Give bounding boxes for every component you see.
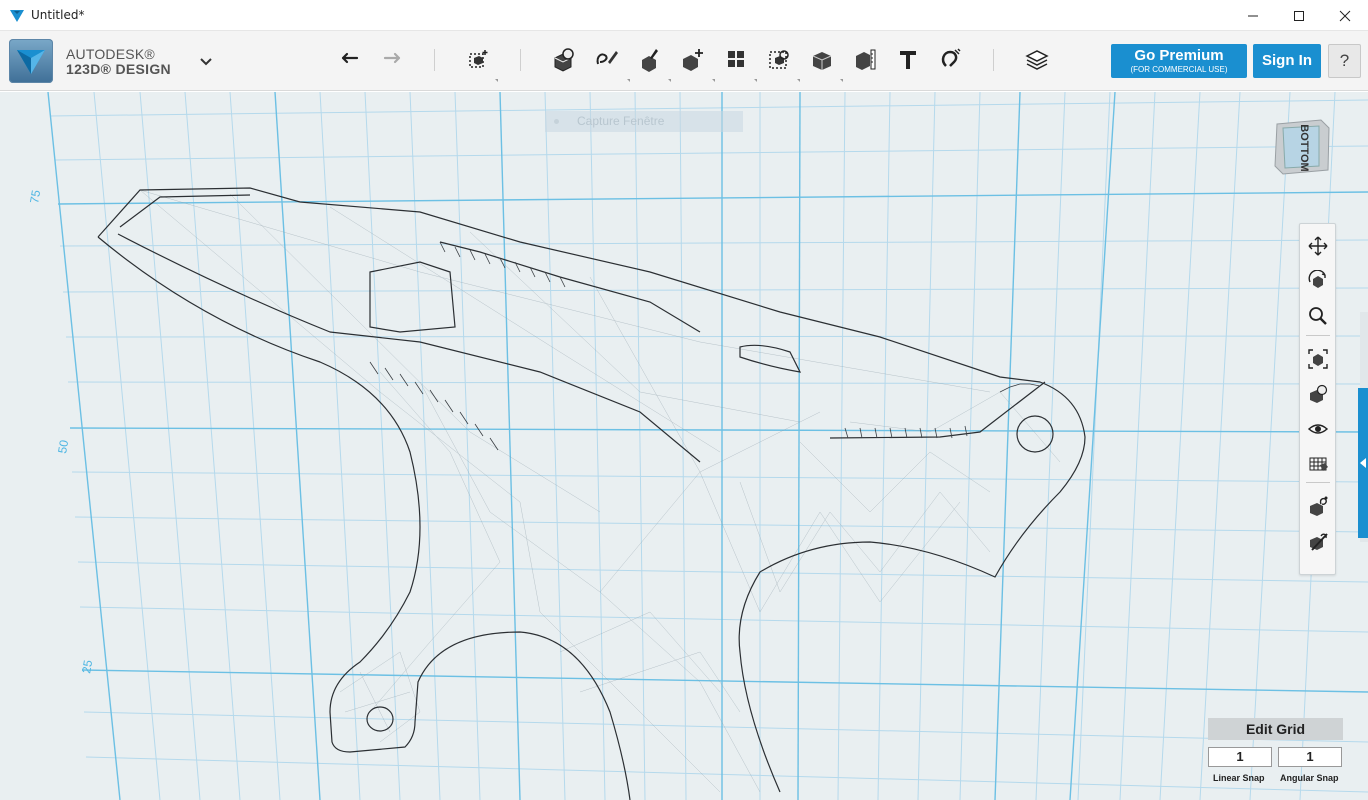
material-display-icon — [1310, 496, 1328, 516]
text-icon — [900, 51, 916, 69]
maximize-icon — [1294, 10, 1304, 21]
dropdown-indicator — [797, 79, 800, 82]
outline-display-icon — [1310, 533, 1328, 551]
undo-button[interactable] — [335, 44, 365, 74]
angular-snap-field[interactable]: 1 — [1278, 747, 1342, 767]
sketch-icon — [596, 51, 618, 65]
pattern-button[interactable] — [721, 44, 751, 74]
title-bar: Untitled* — [0, 0, 1368, 31]
linear-snap-field[interactable]: 1 — [1208, 747, 1272, 767]
toolbar-separator — [434, 49, 435, 71]
viewcube-face-label: BOTTOM — [1298, 124, 1310, 171]
primitives-button[interactable] — [549, 44, 579, 74]
nav-separator — [1306, 482, 1330, 483]
transform-icon — [469, 50, 488, 68]
measure-button[interactable] — [850, 44, 880, 74]
redo-button[interactable] — [377, 44, 407, 74]
orbit-button[interactable] — [1306, 269, 1330, 293]
window-title: Untitled* — [31, 8, 85, 22]
pan-button[interactable] — [1306, 234, 1330, 258]
dropdown-indicator — [712, 79, 715, 82]
grid-mesh-button[interactable] — [1306, 452, 1330, 476]
sign-in-button[interactable]: Sign In — [1253, 44, 1321, 78]
angular-snap-label: Angular Snap — [1280, 773, 1339, 783]
minimize-icon — [1248, 15, 1258, 16]
sketch-button[interactable] — [592, 44, 622, 74]
capture-label: Capture Fenêtre — [577, 114, 665, 128]
app-logo[interactable] — [9, 39, 53, 83]
toolbar-separator — [520, 49, 521, 71]
dropdown-indicator — [627, 79, 630, 82]
materials-button[interactable] — [1022, 44, 1052, 74]
combine-icon — [812, 52, 832, 70]
grouping-icon — [769, 50, 789, 69]
dropdown-indicator — [495, 79, 498, 82]
dropdown-indicator — [840, 79, 843, 82]
outline-display-button[interactable] — [1306, 529, 1330, 553]
snap-icon — [941, 48, 961, 67]
primitives-icon — [554, 48, 574, 72]
maximize-button[interactable] — [1276, 0, 1322, 31]
design-viewport[interactable]: 75 50 25 Capture Fenêtre BOTTOM Edit Gri… — [0, 92, 1368, 800]
chevron-left-icon — [1360, 458, 1366, 468]
main-toolbar: AUTODESK® 123D® DESIGN Go Premium (FOR C… — [0, 31, 1368, 91]
model-wireframe[interactable] — [97, 187, 1086, 800]
views-icon — [1310, 384, 1328, 403]
visibility-button[interactable] — [1306, 417, 1330, 441]
snap-button[interactable] — [936, 44, 966, 74]
materials-icon — [1025, 50, 1049, 70]
grid-mesh-icon — [1309, 457, 1328, 471]
dropdown-indicator — [754, 79, 757, 82]
brand-product: 123D® DESIGN — [66, 61, 171, 77]
construct-button[interactable] — [634, 44, 664, 74]
zoom-icon — [1309, 307, 1327, 325]
grouping-button[interactable] — [764, 44, 794, 74]
logo-icon — [17, 50, 45, 74]
view-cube[interactable]: BOTTOM — [1273, 118, 1331, 176]
construct-icon — [642, 49, 658, 72]
material-display-button[interactable] — [1306, 494, 1330, 518]
brand-autodesk: AUTODESK® — [66, 46, 155, 62]
go-premium-button[interactable]: Go Premium (FOR COMMERCIAL USE) — [1111, 44, 1247, 78]
help-button[interactable]: ? — [1328, 44, 1361, 78]
navigation-bar — [1299, 223, 1336, 575]
zoom-button[interactable] — [1306, 304, 1330, 328]
record-icon — [554, 119, 559, 124]
visibility-icon — [1307, 424, 1329, 434]
undo-icon — [341, 52, 359, 64]
side-panel-toggle[interactable] — [1358, 388, 1368, 538]
linear-snap-label: Linear Snap — [1213, 773, 1265, 783]
premium-label: Go Premium — [1134, 47, 1224, 64]
fit-icon — [1308, 349, 1328, 369]
axis-label-50: 50 — [55, 439, 71, 455]
premium-sublabel: (FOR COMMERCIAL USE) — [1130, 65, 1228, 74]
minimize-button[interactable] — [1230, 0, 1276, 31]
axis-label-75: 75 — [27, 189, 43, 205]
fit-button[interactable] — [1306, 347, 1330, 371]
close-button[interactable] — [1322, 0, 1368, 31]
dropdown-indicator — [668, 79, 671, 82]
modify-icon — [683, 49, 703, 71]
capture-window-overlay[interactable]: Capture Fenêtre — [545, 111, 743, 132]
axis-label-25: 25 — [79, 659, 95, 675]
close-icon — [1339, 10, 1351, 21]
text-button[interactable] — [893, 44, 923, 74]
combine-button[interactable] — [807, 44, 837, 74]
toolbar-separator — [993, 49, 994, 71]
views-button[interactable] — [1306, 382, 1330, 406]
nav-separator — [1306, 335, 1330, 336]
chevron-down-icon[interactable] — [196, 55, 216, 69]
app-icon — [10, 10, 24, 22]
pan-icon — [1308, 236, 1328, 256]
redo-icon — [383, 52, 401, 64]
measure-icon — [856, 49, 876, 70]
orbit-icon — [1308, 270, 1326, 288]
workplane-grid: 75 50 25 — [27, 92, 1368, 800]
transform-button[interactable] — [463, 44, 493, 74]
modify-button[interactable] — [677, 44, 707, 74]
edit-grid-button[interactable]: Edit Grid — [1208, 718, 1343, 740]
pattern-icon — [728, 51, 744, 67]
